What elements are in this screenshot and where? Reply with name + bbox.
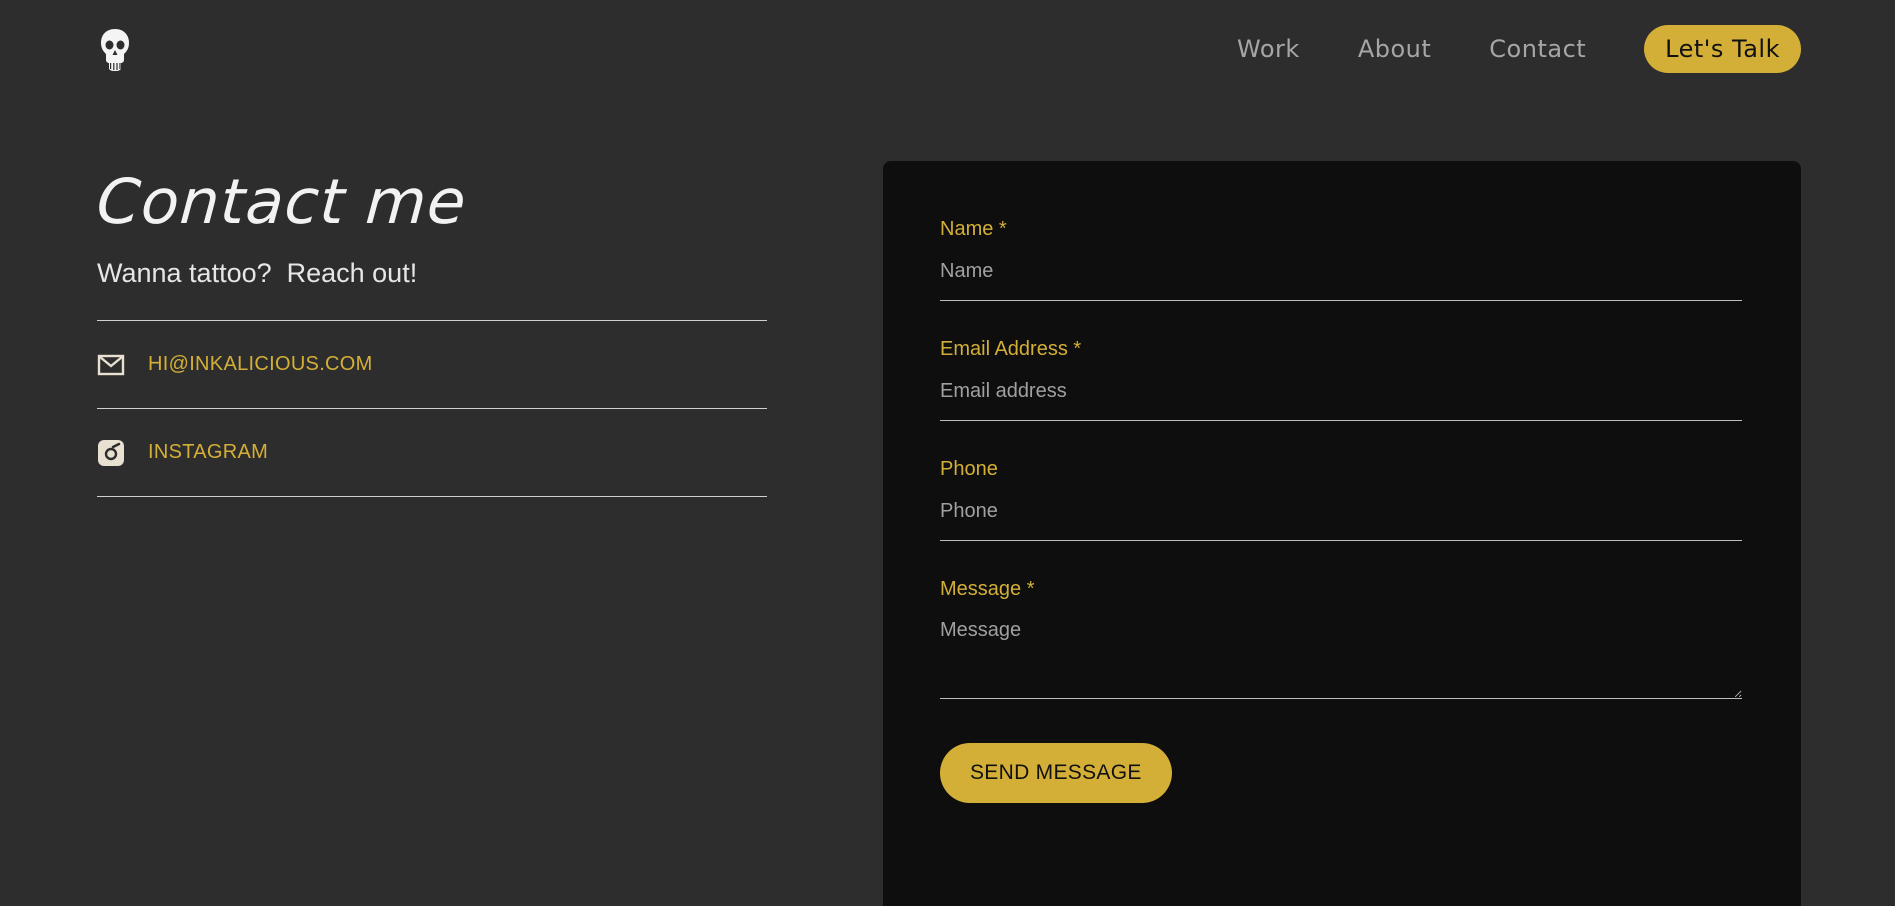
send-message-button[interactable]: SEND MESSAGE xyxy=(940,743,1172,803)
message-field-group: Message * xyxy=(940,577,1743,699)
message-label: Message * xyxy=(940,578,1035,600)
nav-link-contact[interactable]: Contact xyxy=(1489,35,1586,63)
email-label: Email Address * xyxy=(940,338,1082,360)
nav-link-about[interactable]: About xyxy=(1358,35,1431,63)
mail-icon xyxy=(97,354,125,375)
email-link[interactable]: HI@INKALICIOUS.COM xyxy=(97,321,767,409)
page: Work About Contact Let's Talk Contact me… xyxy=(0,0,1895,906)
lets-talk-button[interactable]: Let's Talk xyxy=(1644,25,1801,73)
page-title: Contact me xyxy=(94,165,470,238)
contact-links-list: HI@INKALICIOUS.COM INSTAGRAM xyxy=(97,320,767,497)
contact-form: Name * Email Address * Phone Message * S… xyxy=(883,161,1801,906)
instagram-link[interactable]: INSTAGRAM xyxy=(97,409,767,497)
nav-link-work[interactable]: Work xyxy=(1237,35,1300,63)
message-textarea[interactable] xyxy=(940,619,1742,699)
name-input[interactable] xyxy=(940,259,1742,301)
phone-field-group: Phone xyxy=(940,457,1743,541)
email-link-label: HI@INKALICIOUS.COM xyxy=(148,353,373,375)
skull-icon[interactable] xyxy=(99,27,131,73)
contact-subtitle: Wanna tattoo? Reach out! xyxy=(97,258,418,288)
email-field-group: Email Address * xyxy=(940,337,1743,421)
instagram-icon xyxy=(98,439,124,466)
name-label: Name * xyxy=(940,218,1007,240)
contact-info: Contact me Wanna tattoo? Reach out! HI@I… xyxy=(94,160,767,497)
email-input[interactable] xyxy=(940,379,1742,421)
phone-label: Phone xyxy=(940,458,998,480)
phone-input[interactable] xyxy=(940,499,1742,541)
instagram-link-label: INSTAGRAM xyxy=(148,441,269,463)
main-nav: Work About Contact Let's Talk xyxy=(1237,25,1801,73)
name-field-group: Name * xyxy=(940,217,1743,301)
